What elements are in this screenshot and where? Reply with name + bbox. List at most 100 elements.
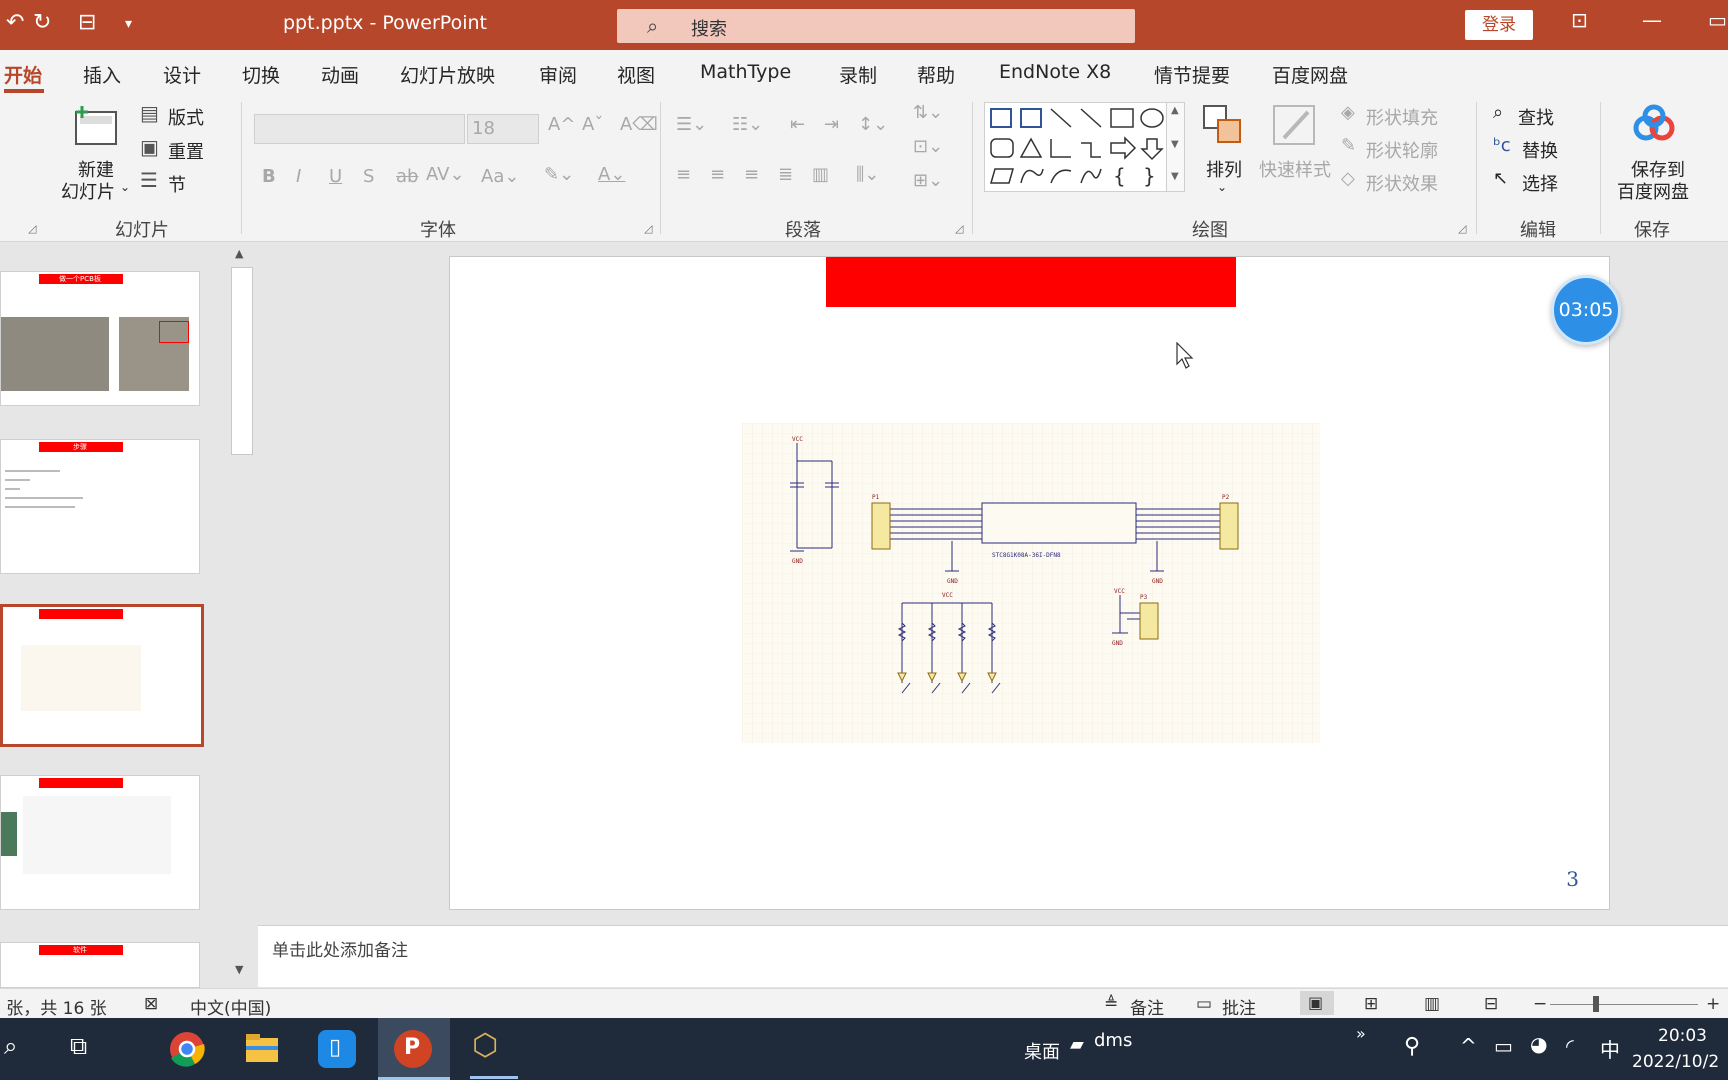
underline-icon[interactable]: U: [329, 166, 342, 187]
arrange-button[interactable]: 排列: [1206, 156, 1242, 182]
new-slide-label[interactable]: 幻灯片: [61, 178, 115, 204]
slide-canvas[interactable]: VCC GND GND GND VCC VCC GND P1 P2 P3 STC8G1K0…: [449, 256, 1610, 910]
shape-fill-button[interactable]: 形状填充: [1366, 104, 1438, 130]
columns-icon[interactable]: ⫼⌄: [856, 164, 879, 185]
tab-home[interactable]: 开始: [4, 61, 42, 88]
chevron-down-icon[interactable]: ⌄: [120, 180, 130, 194]
slide-count[interactable]: 3 张，共 16 张: [0, 994, 107, 1019]
present-icon[interactable]: ⊟: [78, 10, 96, 35]
tab-help[interactable]: 帮助: [917, 61, 955, 88]
tab-record[interactable]: 录制: [839, 61, 877, 88]
dialog-launcher-icon[interactable]: ◿: [1458, 222, 1466, 235]
shapes-gallery-scroll[interactable]: ▲ ▼ ▼: [1166, 102, 1185, 192]
line-spacing-icon[interactable]: ↕⌄: [858, 114, 888, 135]
dialog-launcher-icon[interactable]: ◿: [28, 222, 36, 235]
undo-icon[interactable]: ↶: [6, 10, 24, 35]
quick-styles-button[interactable]: 快速样式: [1259, 156, 1331, 182]
search-input[interactable]: ⌕ 搜索: [617, 9, 1135, 43]
notes-button[interactable]: 备注: [1130, 994, 1164, 1019]
comments-button[interactable]: 批注: [1222, 994, 1256, 1019]
thumbnails-scrollbar[interactable]: ▲ ▼: [229, 243, 255, 988]
more-toolbars-icon[interactable]: »: [1356, 1024, 1366, 1043]
shadow-icon[interactable]: S: [363, 166, 374, 187]
italic-icon[interactable]: I: [296, 166, 301, 187]
baidu-netdisk-icon[interactable]: [1632, 104, 1676, 144]
layout-button[interactable]: 版式: [168, 104, 204, 130]
qq-icon[interactable]: ◕: [1530, 1032, 1547, 1056]
slide-thumbnail-5[interactable]: 软件: [0, 942, 200, 988]
clear-format-icon[interactable]: A⌫: [620, 114, 658, 135]
file-explorer-icon[interactable]: [244, 1032, 280, 1064]
align-text-icon[interactable]: ⊡⌄: [913, 136, 943, 157]
strikethrough-icon[interactable]: ab: [396, 166, 418, 187]
grow-font-icon[interactable]: A^: [548, 114, 575, 135]
justify-icon[interactable]: ≣: [778, 164, 793, 185]
tab-review[interactable]: 审阅: [539, 61, 577, 88]
distribute-icon[interactable]: ▥: [812, 164, 829, 185]
change-case-icon[interactable]: Aa⌄: [481, 166, 519, 187]
align-left-icon[interactable]: ≡: [676, 164, 691, 185]
dialog-launcher-icon[interactable]: ◿: [644, 222, 652, 235]
highlight-icon[interactable]: ✎⌄: [544, 164, 574, 185]
shapes-gallery[interactable]: { }: [984, 102, 1178, 192]
minimize-icon[interactable]: —: [1642, 8, 1662, 32]
chrome-icon[interactable]: [168, 1030, 206, 1068]
task-view-icon[interactable]: ⧉: [70, 1032, 87, 1060]
altium-icon[interactable]: ⬡: [472, 1028, 498, 1063]
bold-icon[interactable]: B: [262, 166, 276, 187]
slideshow-icon[interactable]: ⊟: [1484, 994, 1498, 1014]
tab-storyboard[interactable]: 情节提要: [1154, 61, 1230, 88]
font-color-icon[interactable]: A⌄: [598, 164, 625, 185]
align-center-icon[interactable]: ≡: [710, 164, 725, 185]
scroll-down-icon[interactable]: ▼: [1171, 139, 1179, 150]
login-button[interactable]: 登录: [1465, 10, 1533, 40]
battery-icon[interactable]: ▭: [1494, 1034, 1513, 1058]
normal-view-button[interactable]: ▣: [1300, 991, 1334, 1015]
gallery-more-icon[interactable]: ▼: [1171, 171, 1179, 182]
ribbon-display-icon[interactable]: ⊡: [1571, 8, 1588, 32]
show-hidden-icons[interactable]: ^: [1460, 1034, 1477, 1058]
slide-title-bar[interactable]: [826, 257, 1236, 307]
char-spacing-icon[interactable]: AV⌄: [426, 164, 465, 185]
reset-button[interactable]: 重置: [168, 138, 204, 164]
maximize-icon[interactable]: ▭: [1708, 8, 1727, 32]
accessibility-icon[interactable]: ⊠: [144, 994, 158, 1014]
section-button[interactable]: 节: [168, 171, 186, 197]
customize-quick-access-icon[interactable]: ▾: [125, 16, 132, 32]
tab-endnote[interactable]: EndNote X8: [999, 61, 1111, 83]
slide-thumbnail-2[interactable]: 步骤: [0, 439, 200, 574]
reading-view-icon[interactable]: ▥: [1424, 994, 1440, 1014]
select-button[interactable]: 选择: [1522, 170, 1558, 196]
align-right-icon[interactable]: ≡: [744, 164, 759, 185]
quick-styles-icon[interactable]: [1272, 104, 1318, 148]
circuit-schematic-image[interactable]: VCC GND GND GND VCC VCC GND P1 P2 P3 STC8G1K0…: [742, 423, 1320, 743]
save-to-netdisk-label[interactable]: 百度网盘: [1617, 178, 1689, 204]
slide-sorter-icon[interactable]: ⊞: [1364, 994, 1378, 1014]
increase-indent-icon[interactable]: ⇥: [824, 114, 839, 135]
shape-effects-button[interactable]: 形状效果: [1366, 170, 1438, 196]
shrink-font-icon[interactable]: Aˇ: [582, 114, 603, 135]
countdown-timer[interactable]: 03:05: [1551, 275, 1621, 345]
tab-view[interactable]: 视图: [617, 61, 655, 88]
zoom-out-icon[interactable]: −: [1533, 994, 1547, 1014]
slide-thumbnail-4[interactable]: [0, 775, 200, 910]
bullets-icon[interactable]: ☰⌄: [676, 114, 707, 135]
tab-transitions[interactable]: 切换: [242, 61, 280, 88]
scroll-down-icon[interactable]: ▼: [235, 963, 243, 976]
new-slide-icon[interactable]: [72, 104, 120, 148]
tab-baidu-netdisk[interactable]: 百度网盘: [1272, 61, 1348, 88]
redo-icon[interactable]: ↻: [33, 10, 51, 35]
tab-insert[interactable]: 插入: [83, 61, 121, 88]
zoom-slider[interactable]: [1550, 1004, 1698, 1005]
search-icon[interactable]: ⌕: [4, 1032, 17, 1060]
find-button[interactable]: 查找: [1518, 104, 1554, 130]
shape-outline-button[interactable]: 形状轮廓: [1366, 137, 1438, 163]
tab-mathtype[interactable]: MathType: [700, 61, 791, 83]
clock-time[interactable]: 20:03: [1658, 1026, 1707, 1046]
chevron-down-icon[interactable]: ⌄: [1217, 180, 1227, 194]
phone-link-icon[interactable]: ▯: [318, 1030, 356, 1068]
powerpoint-taskbar-button[interactable]: P: [378, 1018, 450, 1080]
numbering-icon[interactable]: ☷⌄: [732, 114, 763, 135]
desktop-toolbar[interactable]: 桌面: [1024, 1038, 1060, 1064]
wifi-icon[interactable]: ◜: [1566, 1034, 1574, 1058]
